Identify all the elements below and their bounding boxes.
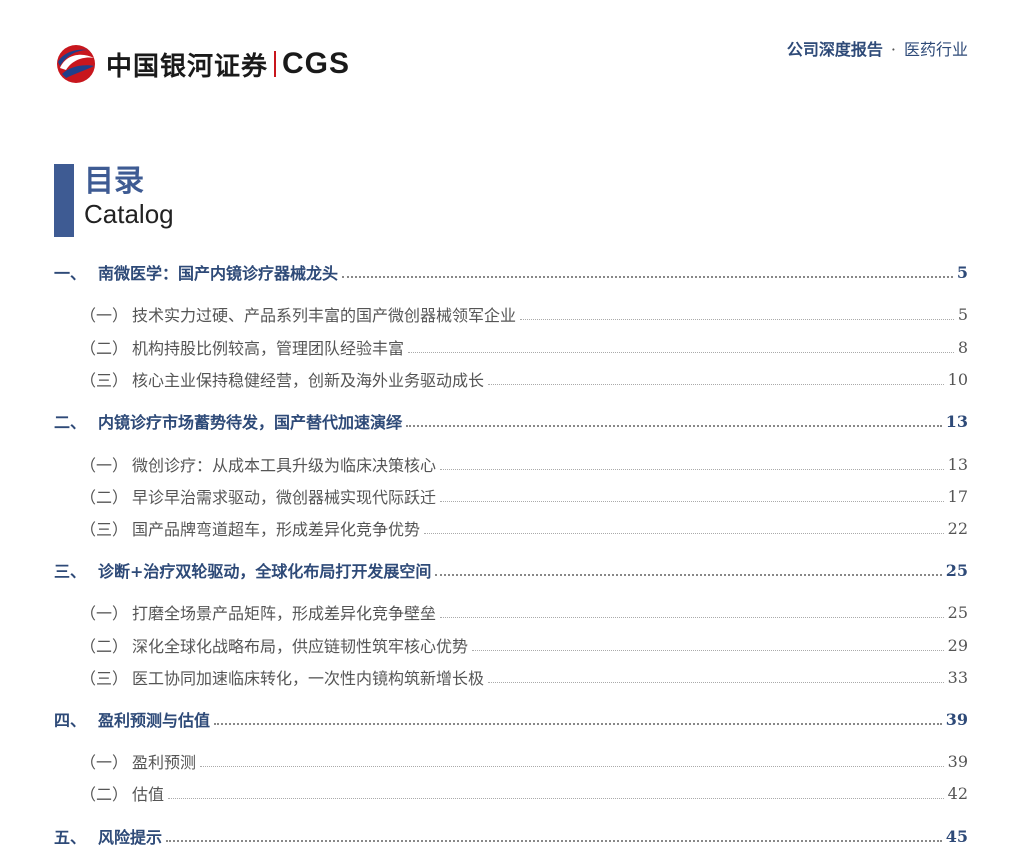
logo-divider xyxy=(274,51,277,77)
toc-dot-leader xyxy=(520,318,954,320)
toc-entry-number: （一） xyxy=(80,306,129,325)
toc-entry-label: 核心主业保持稳健经营，创新及海外业务驱动成长 xyxy=(132,371,485,390)
toc-entry-label: 深化全球化战略布局，供应链韧性筑牢核心优势 xyxy=(132,637,469,656)
toc-dot-leader xyxy=(200,765,944,767)
company-logo: 中国银河证券 CGS xyxy=(54,44,350,84)
separator-dot: · xyxy=(890,40,896,59)
toc-entry-number: （二） xyxy=(80,785,129,804)
logo-text-cn: 中国银河证券 xyxy=(106,51,269,82)
logo-text-en: CGS xyxy=(282,47,351,80)
toc-page-number: 25 xyxy=(945,560,968,580)
toc-page-number: 13 xyxy=(945,411,968,431)
toc-entry-label: 风险提示 xyxy=(98,828,163,847)
toc-entry-number: （一） xyxy=(80,753,129,772)
catalog-title-cn: 目录 xyxy=(84,164,144,199)
toc-section-entry[interactable]: （二） 深化全球化战略布局，供应链韧性筑牢核心优势 29 xyxy=(80,630,968,660)
report-category: 公司深度报告 · 医药行业 xyxy=(787,36,968,60)
toc-dot-leader xyxy=(406,425,942,427)
toc-entry-label: 南微医学：国产内镜诊疗器械龙头 xyxy=(98,264,339,283)
toc-entry-label: 微创诊疗：从成本工具升级为临床决策核心 xyxy=(132,456,437,475)
title-accent-bar xyxy=(54,164,74,237)
toc-section-entry[interactable]: （二） 机构持股比例较高，管理团队经验丰富 8 xyxy=(80,332,968,362)
toc-entry-label: 盈利预测 xyxy=(132,753,197,772)
toc-dot-leader xyxy=(488,681,944,683)
toc-dot-leader xyxy=(472,649,944,651)
toc-entry-label: 打磨全场景产品矩阵，形成差异化竞争壁垒 xyxy=(132,604,437,623)
toc-dot-leader xyxy=(408,351,954,353)
page-header: 中国银河证券 CGS 公司深度报告 · 医药行业 xyxy=(0,0,1014,100)
toc-entry-number: （二） xyxy=(80,339,129,358)
industry-label: 医药行业 xyxy=(903,40,968,59)
toc-page-number: 10 xyxy=(947,369,968,389)
toc-dot-leader xyxy=(435,574,942,576)
cgs-logo-icon xyxy=(57,45,95,83)
toc-section-entry[interactable]: （二） 估值 42 xyxy=(80,778,968,808)
toc-entry-label: 诊断+治疗双轮驱动，全球化布局打开发展空间 xyxy=(98,562,432,581)
toc-page-number: 33 xyxy=(947,667,968,687)
toc-page-number: 25 xyxy=(947,602,968,622)
toc-section-entry[interactable]: （三） 医工协同加速临床转化，一次性内镜构筑新增长极 33 xyxy=(80,662,968,692)
toc-dot-leader xyxy=(342,276,953,278)
toc-page-number: 17 xyxy=(947,486,968,506)
toc-entry-label: 技术实力过硬、产品系列丰富的国产微创器械领军企业 xyxy=(132,306,517,325)
toc-page-number: 5 xyxy=(956,262,968,282)
toc-dot-leader xyxy=(214,723,942,725)
toc-entry-label: 国产品牌弯道超车，形成差异化竞争优势 xyxy=(132,520,421,539)
toc-page-number: 39 xyxy=(947,751,968,771)
toc-dot-leader xyxy=(488,383,944,385)
toc-entry-number: （三） xyxy=(80,520,129,539)
toc-section-entry[interactable]: （三） 核心主业保持稳健经营，创新及海外业务驱动成长 10 xyxy=(80,364,968,394)
toc-page-number: 22 xyxy=(947,518,968,538)
toc-section-entry[interactable]: （一） 打磨全场景产品矩阵，形成差异化竞争壁垒 25 xyxy=(80,597,968,627)
toc-page-number: 45 xyxy=(945,826,968,846)
toc-dot-leader xyxy=(168,797,944,799)
toc-entry-number: 二、 xyxy=(54,413,87,432)
toc-entry-number: （三） xyxy=(80,669,129,688)
toc-dot-leader xyxy=(424,532,944,534)
toc-chapter-entry[interactable]: 一、 南微医学：国产内镜诊疗器械龙头 5 xyxy=(54,257,968,287)
toc-entry-number: （一） xyxy=(80,456,129,475)
toc-page-number: 39 xyxy=(945,709,968,729)
toc-page-number: 5 xyxy=(957,304,968,324)
toc-chapter-entry[interactable]: 五、 风险提示 45 xyxy=(54,821,968,851)
toc-section-entry[interactable]: （一） 技术实力过硬、产品系列丰富的国产微创器械领军企业 5 xyxy=(80,299,968,329)
toc-entry-number: 一、 xyxy=(54,264,87,283)
toc-page-number: 42 xyxy=(947,783,968,803)
toc-page-number: 29 xyxy=(947,635,968,655)
toc-dot-leader xyxy=(440,500,944,502)
toc-entry-number: （二） xyxy=(80,488,129,507)
report-type: 公司深度报告 xyxy=(786,40,883,59)
toc-page-number: 13 xyxy=(947,454,968,474)
toc-entry-number: （一） xyxy=(80,604,129,623)
toc-section-entry[interactable]: （三） 国产品牌弯道超车，形成差异化竞争优势 22 xyxy=(80,513,968,543)
toc-dot-leader xyxy=(166,840,942,842)
toc-chapter-entry[interactable]: 三、 诊断+治疗双轮驱动，全球化布局打开发展空间 25 xyxy=(54,555,968,585)
toc-dot-leader xyxy=(440,468,944,470)
toc-entry-number: （二） xyxy=(80,637,129,656)
toc-entry-label: 内镜诊疗市场蓄势待发，国产替代加速演绎 xyxy=(98,413,403,432)
toc-page-number: 8 xyxy=(957,337,968,357)
toc-section-entry[interactable]: （一） 微创诊疗：从成本工具升级为临床决策核心 13 xyxy=(80,449,968,479)
toc-entry-label: 机构持股比例较高，管理团队经验丰富 xyxy=(132,339,405,358)
toc-entry-label: 盈利预测与估值 xyxy=(98,711,211,730)
toc-section-entry[interactable]: （二） 早诊早治需求驱动，微创器械实现代际跃迁 17 xyxy=(80,481,968,511)
toc-entry-label: 早诊早治需求驱动，微创器械实现代际跃迁 xyxy=(132,488,437,507)
toc-dot-leader xyxy=(440,616,944,618)
toc-chapter-entry[interactable]: 四、 盈利预测与估值 39 xyxy=(54,704,968,734)
toc-section-entry[interactable]: （一） 盈利预测 39 xyxy=(80,746,968,776)
toc-entry-number: 三、 xyxy=(54,562,87,581)
toc-chapter-entry[interactable]: 二、 内镜诊疗市场蓄势待发，国产替代加速演绎 13 xyxy=(54,406,968,436)
toc-entry-label: 医工协同加速临床转化，一次性内镜构筑新增长极 xyxy=(132,669,485,688)
toc-entry-number: 五、 xyxy=(54,828,87,847)
toc-entry-number: （三） xyxy=(80,371,129,390)
catalog-title-en: Catalog xyxy=(84,199,174,229)
toc-entry-label: 估值 xyxy=(132,785,165,804)
toc-entry-number: 四、 xyxy=(54,711,87,730)
